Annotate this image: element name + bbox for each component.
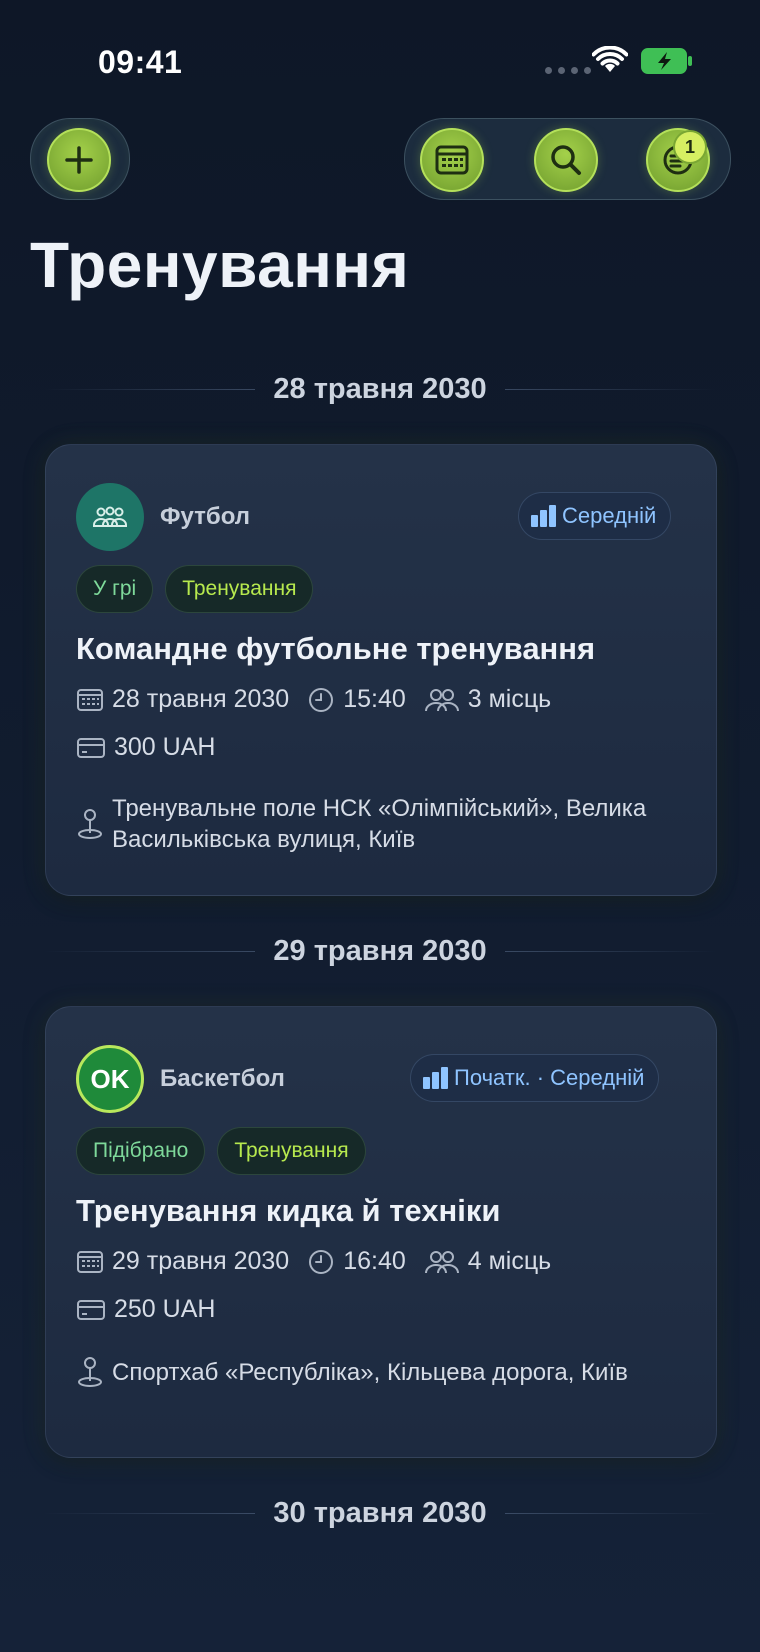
status-time: 09:41 [98, 44, 183, 80]
tag-list: Підібрано Тренування [76, 1127, 366, 1175]
type-tag: Тренування [217, 1127, 366, 1175]
calendar-icon [76, 1249, 104, 1275]
training-price: 250 UAH [114, 1295, 216, 1323]
location-pin-icon [76, 1355, 104, 1389]
training-spots: 3 місць [467, 685, 552, 713]
plus-icon [65, 146, 93, 174]
add-button[interactable] [47, 128, 111, 192]
people-icon [424, 687, 460, 713]
tag-list: У грі Тренування [76, 565, 314, 613]
date-separator: 28 травня 2030 [44, 369, 717, 409]
level-badge: Початк. · Середній [410, 1054, 660, 1102]
training-title: Тренування кидка й техніки [76, 1193, 501, 1228]
battery-charging-icon [641, 48, 692, 74]
level-bars-icon [423, 1067, 448, 1089]
search-button[interactable] [534, 128, 598, 192]
calendar-icon [76, 687, 104, 713]
search-icon [551, 145, 581, 175]
location-text: Тренувальне поле НСК «Олімпійський», Вел… [112, 795, 647, 853]
training-meta: 28 травня 2030 15:40 3 місць [76, 685, 551, 714]
training-date: 28 травня 2030 [112, 685, 290, 713]
training-meta: 29 травня 2030 16:40 4 місць [76, 1247, 551, 1276]
location-text: Спортхаб «Республіка», Кільцева дорога, … [112, 1358, 628, 1386]
card-icon [76, 736, 106, 760]
training-time: 16:40 [343, 1247, 406, 1275]
page-title: Тренування [30, 229, 410, 301]
notification-badge: 1 [675, 132, 705, 162]
sport-name: Футбол [160, 503, 251, 530]
location-pin-icon [76, 807, 104, 841]
training-date: 29 травня 2030 [112, 1247, 290, 1275]
clock-icon [307, 686, 335, 714]
date-separator-label: 29 травня 2030 [273, 934, 487, 967]
sport-name: Баскетбол [160, 1065, 285, 1092]
date-separator-label: 30 травня 2030 [273, 1496, 487, 1529]
training-location: Спортхаб «Республіка», Кільцева дорога, … [76, 1355, 676, 1389]
level-label: Середній [562, 503, 657, 528]
status-tag: У грі [76, 565, 154, 613]
date-separator-label: 28 травня 2030 [273, 372, 487, 405]
people-icon [424, 1249, 460, 1275]
clock-icon [307, 1248, 335, 1276]
calendar-icon [435, 145, 469, 175]
date-separator: 29 травня 2030 [44, 931, 717, 971]
status-bar: 09:41 [0, 0, 760, 120]
training-title: Командне футбольне тренування [76, 631, 596, 666]
training-spots: 4 місць [467, 1247, 552, 1275]
level-label: Початк. · Середній [454, 1065, 645, 1090]
status-tag: Підібрано [76, 1127, 206, 1175]
level-badge: Середній [518, 492, 672, 540]
wifi-icon [592, 46, 628, 72]
training-card[interactable]: OK Баскетбол Початк. · Середній Підібран… [45, 1006, 717, 1458]
date-separator: 30 травня 2030 [44, 1493, 717, 1533]
training-card[interactable]: Футбол Середній У грі Тренування Командн… [45, 444, 717, 896]
cellular-signal-icon [545, 67, 591, 74]
team-icon [93, 506, 127, 527]
training-price-row: 300 UAH [76, 733, 215, 762]
level-bars-icon [531, 505, 556, 527]
type-tag: Тренування [165, 565, 314, 613]
card-icon [76, 1298, 106, 1322]
calendar-button[interactable] [420, 128, 484, 192]
training-time: 15:40 [343, 685, 406, 713]
training-price: 300 UAH [114, 733, 216, 761]
sport-avatar [76, 483, 144, 551]
sport-avatar: OK [76, 1045, 144, 1113]
training-location: Тренувальне поле НСК «Олімпійський», Вел… [76, 793, 676, 855]
training-price-row: 250 UAH [76, 1295, 215, 1324]
